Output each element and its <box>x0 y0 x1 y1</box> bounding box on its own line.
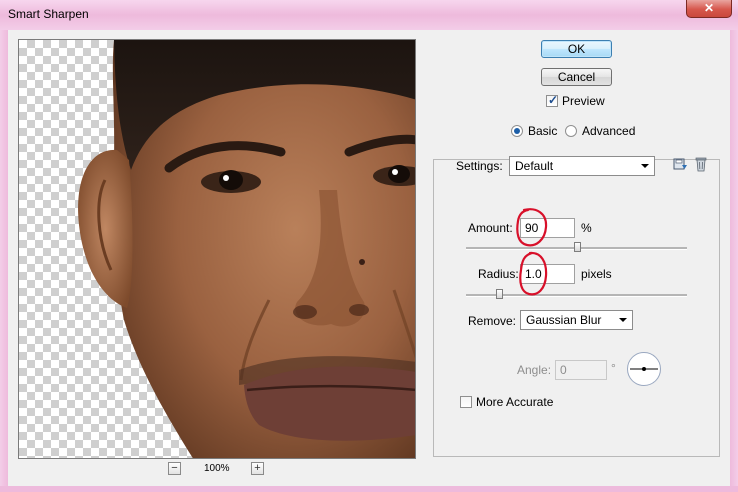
angle-dial[interactable] <box>627 352 661 386</box>
cancel-button[interactable]: Cancel <box>541 68 612 86</box>
window-frame-left <box>0 30 8 492</box>
radius-input[interactable]: 1.0 <box>520 264 575 284</box>
checkmark-icon: ✓ <box>548 93 559 107</box>
angle-unit: ° <box>611 361 616 375</box>
amount-label: Amount: <box>468 221 513 235</box>
save-settings-icon[interactable] <box>672 156 688 172</box>
remove-value: Gaussian Blur <box>526 313 602 327</box>
preview-checkbox[interactable]: ✓ <box>546 93 559 107</box>
title-bar: Smart Sharpen ✕ <box>0 0 738 30</box>
ok-button[interactable]: OK <box>541 40 612 58</box>
chevron-down-icon <box>619 318 627 322</box>
settings-label: Settings: <box>456 159 503 173</box>
chevron-down-icon <box>641 164 649 168</box>
close-icon: ✕ <box>703 1 715 15</box>
amount-input[interactable]: 90 <box>520 218 575 238</box>
delete-settings-icon[interactable] <box>694 156 708 172</box>
settings-value: Default <box>515 159 554 173</box>
advanced-radio[interactable] <box>565 125 577 137</box>
window-title: Smart Sharpen <box>8 7 89 21</box>
amount-unit: % <box>581 221 592 235</box>
amount-slider-thumb[interactable] <box>574 242 581 252</box>
more-accurate-checkbox[interactable] <box>460 396 472 408</box>
angle-label: Angle: <box>517 363 552 377</box>
more-accurate-label: More Accurate <box>476 395 554 409</box>
dialog-body: − 100% + OK Cancel ✓ Preview Basic Advan… <box>8 30 730 486</box>
radius-unit: pixels <box>581 267 612 281</box>
angle-input[interactable]: 0 <box>555 360 607 380</box>
preview-label: Preview <box>562 94 605 108</box>
radio-selected-dot <box>514 128 520 134</box>
close-button[interactable]: ✕ <box>686 0 732 18</box>
plus-icon: + <box>254 462 261 474</box>
settings-dropdown[interactable]: Default <box>509 156 655 176</box>
basic-label: Basic <box>528 124 558 138</box>
advanced-label: Advanced <box>582 124 636 138</box>
radius-label: Radius: <box>478 267 519 281</box>
window-frame-right <box>730 30 738 492</box>
settings-group <box>433 159 720 457</box>
zoom-out-button[interactable]: − <box>168 462 181 475</box>
zoom-in-button[interactable]: + <box>251 462 264 475</box>
minus-icon: − <box>171 462 178 474</box>
zoom-level: 100% <box>204 463 230 474</box>
window-frame-bottom <box>0 486 738 492</box>
angle-dial-needle <box>630 367 658 371</box>
remove-label: Remove: <box>468 314 517 328</box>
radius-slider-thumb[interactable] <box>496 289 503 299</box>
basic-radio[interactable] <box>511 125 523 137</box>
remove-dropdown[interactable]: Gaussian Blur <box>520 310 633 330</box>
portrait-photo <box>78 40 415 458</box>
preview-image[interactable] <box>18 39 416 459</box>
